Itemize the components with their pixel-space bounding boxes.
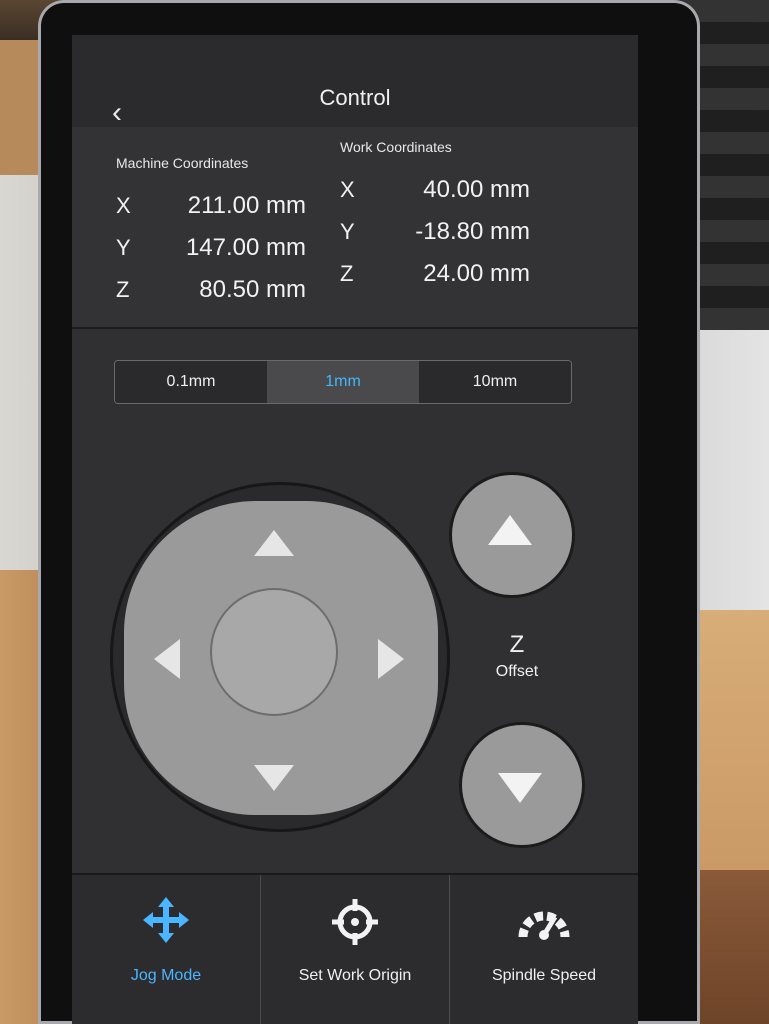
axis-label: X	[340, 177, 355, 202]
work-x-row: X 40.00 mm	[340, 169, 530, 211]
tab-spindle-speed[interactable]: Spindle Speed	[450, 875, 638, 1024]
work-y-row: Y -18.80 mm	[340, 211, 530, 253]
jog-x-plus-button[interactable]	[378, 639, 404, 679]
offset-text: Offset	[495, 663, 539, 680]
machine-x-row: X 211.00 mm	[116, 185, 306, 227]
machine-coordinates: Machine Coordinates X 211.00 mm Y 147.00…	[116, 155, 306, 311]
axis-label: Z	[340, 261, 354, 286]
tab-jog-mode-label: Jog Mode	[130, 967, 202, 984]
jog-x-minus-button[interactable]	[154, 639, 180, 679]
move-arrows-icon	[143, 897, 189, 943]
work-y-value: -18.80 mm	[415, 218, 530, 245]
machine-x-value: 211.00 mm	[187, 192, 306, 219]
work-z-row: Z 24.00 mm	[340, 253, 530, 295]
gauge-icon	[518, 911, 570, 940]
up-triangle-icon	[488, 515, 532, 545]
z-offset-label: Z Offset	[472, 631, 562, 681]
jog-center-button[interactable]	[212, 590, 336, 714]
jog-y-minus-button[interactable]	[254, 765, 294, 791]
z-down-button[interactable]	[462, 725, 582, 845]
work-coordinates: Work Coordinates X 40.00 mm Y -18.80 mm …	[340, 139, 530, 295]
tab-spindle-speed-label: Spindle Speed	[491, 967, 597, 984]
bottom-tab-bar: Jog Mode Set Work Origin Spindle Speed	[72, 873, 638, 1024]
axis-label: X	[116, 193, 131, 218]
step-option-0-1mm[interactable]: 0.1mm	[115, 361, 267, 403]
tab-jog-mode[interactable]: Jog Mode	[72, 875, 261, 1024]
tab-set-work-origin-label: Set Work Origin	[298, 967, 412, 984]
machine-coordinates-heading: Machine Coordinates	[116, 155, 249, 171]
step-option-1mm[interactable]: 1mm	[267, 361, 419, 403]
tab-set-work-origin[interactable]: Set Work Origin	[261, 875, 450, 1024]
machine-y-value: 147.00 mm	[185, 234, 306, 261]
work-z-value: 24.00 mm	[423, 260, 530, 287]
machine-z-value: 80.50 mm	[199, 276, 306, 303]
work-coordinates-heading: Work Coordinates	[340, 139, 452, 155]
page-title: Control	[319, 85, 391, 110]
machine-z-row: Z 80.50 mm	[116, 269, 306, 311]
axis-label: Z	[116, 277, 130, 302]
work-x-value: 40.00 mm	[423, 176, 530, 203]
crosshair-icon	[332, 899, 378, 945]
coordinates-panel: Machine Coordinates X 211.00 mm Y 147.00…	[72, 127, 638, 329]
control-screen: ‹ Control Machine Coordinates X 211.00 m…	[72, 35, 638, 1024]
header-bar: ‹ Control	[72, 35, 638, 129]
down-triangle-icon	[498, 773, 542, 803]
axis-label: Y	[340, 219, 355, 244]
step-size-selector: 0.1mm 1mm 10mm	[114, 360, 572, 404]
machine-y-row: Y 147.00 mm	[116, 227, 306, 269]
axis-label: Y	[116, 235, 131, 260]
z-up-button[interactable]	[452, 475, 572, 595]
step-option-10mm[interactable]: 10mm	[419, 361, 571, 403]
jog-y-plus-button[interactable]	[254, 530, 294, 556]
z-axis-letter: Z	[509, 631, 525, 658]
